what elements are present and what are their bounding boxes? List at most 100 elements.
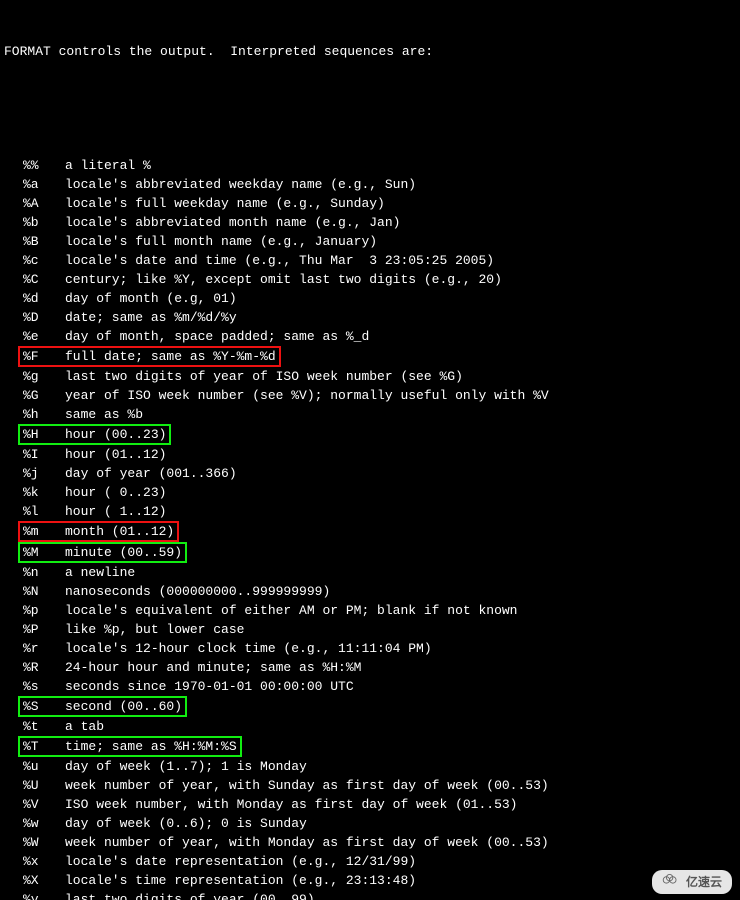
highlight-box: %mmonth (01..12)	[18, 521, 179, 542]
format-description: minute (00..59)	[65, 545, 182, 560]
format-description: hour (00..23)	[65, 427, 166, 442]
format-entry: %Ccentury; like %Y, except omit last two…	[4, 270, 740, 289]
format-description: locale's date representation (e.g., 12/3…	[65, 854, 416, 869]
highlight-box: %Ssecond (00..60)	[18, 696, 187, 717]
format-entry: %ylast two digits of year (00..99)	[4, 890, 740, 900]
format-description: a tab	[65, 719, 104, 734]
format-description: seconds since 1970-01-01 00:00:00 UTC	[65, 679, 354, 694]
format-code: %T	[23, 738, 65, 755]
format-description: day of month, space padded; same as %_d	[65, 329, 369, 344]
format-entry: %plocale's equivalent of either AM or PM…	[4, 601, 740, 620]
format-entry: %rlocale's 12-hour clock time (e.g., 11:…	[4, 639, 740, 658]
format-description: last two digits of year (00..99)	[65, 892, 315, 900]
format-description: week number of year, with Monday as firs…	[65, 835, 549, 850]
format-code: %x	[23, 852, 65, 871]
format-code: %y	[23, 890, 65, 900]
format-entry: %Plike %p, but lower case	[4, 620, 740, 639]
format-entry: %mmonth (01..12)	[4, 521, 740, 542]
format-code: %A	[23, 194, 65, 213]
format-entry: %wday of week (0..6); 0 is Sunday	[4, 814, 740, 833]
format-entry: %khour ( 0..23)	[4, 483, 740, 502]
format-code: %C	[23, 270, 65, 289]
highlight-box: %Mminute (00..59)	[18, 542, 187, 563]
format-description: second (00..60)	[65, 699, 182, 714]
format-description: last two digits of year of ISO week numb…	[65, 369, 463, 384]
format-code: %l	[23, 502, 65, 521]
format-description: hour ( 0..23)	[65, 485, 166, 500]
format-description: full date; same as %Y-%m-%d	[65, 349, 276, 364]
format-description: locale's date and time (e.g., Thu Mar 3 …	[65, 253, 494, 268]
format-sequence-list: %%a literal %%alocale's abbreviated week…	[4, 156, 740, 900]
format-entry: %VISO week number, with Monday as first …	[4, 795, 740, 814]
format-description: locale's abbreviated weekday name (e.g.,…	[65, 177, 416, 192]
format-entry: %Hhour (00..23)	[4, 424, 740, 445]
watermark-badge: 亿速云	[652, 870, 732, 894]
format-code: %b	[23, 213, 65, 232]
format-code: %n	[23, 563, 65, 582]
format-entry: %ta tab	[4, 717, 740, 736]
format-code: %R	[23, 658, 65, 677]
format-entry: %R24-hour hour and minute; same as %H:%M	[4, 658, 740, 677]
format-code: %s	[23, 677, 65, 696]
format-entry: %%a literal %	[4, 156, 740, 175]
header-line: FORMAT controls the output. Interpreted …	[4, 42, 740, 61]
format-code: %V	[23, 795, 65, 814]
format-description: day of month (e.g, 01)	[65, 291, 237, 306]
format-description: locale's full month name (e.g., January)	[65, 234, 377, 249]
format-entry: %dday of month (e.g, 01)	[4, 289, 740, 308]
format-code: %t	[23, 717, 65, 736]
watermark-text: 亿速云	[686, 873, 722, 892]
format-code: %W	[23, 833, 65, 852]
format-entry: %Gyear of ISO week number (see %V); norm…	[4, 386, 740, 405]
format-entry: %blocale's abbreviated month name (e.g.,…	[4, 213, 740, 232]
format-entry: %hsame as %b	[4, 405, 740, 424]
format-description: locale's time representation (e.g., 23:1…	[65, 873, 416, 888]
format-description: like %p, but lower case	[65, 622, 244, 637]
format-code: %p	[23, 601, 65, 620]
format-description: time; same as %H:%M:%S	[65, 739, 237, 754]
format-code: %a	[23, 175, 65, 194]
format-description: 24-hour hour and minute; same as %H:%M	[65, 660, 361, 675]
format-description: month (01..12)	[65, 524, 174, 539]
terminal-output: FORMAT controls the output. Interpreted …	[0, 0, 740, 900]
format-code: %S	[23, 698, 65, 715]
format-description: nanoseconds (000000000..999999999)	[65, 584, 330, 599]
format-description: locale's abbreviated month name (e.g., J…	[65, 215, 400, 230]
format-entry: %Uweek number of year, with Sunday as fi…	[4, 776, 740, 795]
format-code: %G	[23, 386, 65, 405]
format-description: hour ( 1..12)	[65, 504, 166, 519]
format-code: %u	[23, 757, 65, 776]
format-code: %M	[23, 544, 65, 561]
format-code: %X	[23, 871, 65, 890]
format-code: %H	[23, 426, 65, 443]
format-description: a literal %	[65, 158, 151, 173]
format-code: %j	[23, 464, 65, 483]
format-code: %w	[23, 814, 65, 833]
format-code: %c	[23, 251, 65, 270]
format-entry: %Ttime; same as %H:%M:%S	[4, 736, 740, 757]
format-code: %B	[23, 232, 65, 251]
format-code: %h	[23, 405, 65, 424]
format-entry: %clocale's date and time (e.g., Thu Mar …	[4, 251, 740, 270]
format-description: century; like %Y, except omit last two d…	[65, 272, 502, 287]
format-description: week number of year, with Sunday as firs…	[65, 778, 549, 793]
format-description: hour (01..12)	[65, 447, 166, 462]
format-entry: %Mminute (00..59)	[4, 542, 740, 563]
format-description: a newline	[65, 565, 135, 580]
format-entry: %na newline	[4, 563, 740, 582]
format-entry: %Blocale's full month name (e.g., Januar…	[4, 232, 740, 251]
format-entry: %lhour ( 1..12)	[4, 502, 740, 521]
format-entry: %Ffull date; same as %Y-%m-%d	[4, 346, 740, 367]
format-description: locale's equivalent of either AM or PM; …	[65, 603, 517, 618]
format-description: day of week (0..6); 0 is Sunday	[65, 816, 307, 831]
format-entry: %Xlocale's time representation (e.g., 23…	[4, 871, 740, 890]
format-description: same as %b	[65, 407, 143, 422]
format-code: %I	[23, 445, 65, 464]
format-entry: %xlocale's date representation (e.g., 12…	[4, 852, 740, 871]
format-description: day of week (1..7); 1 is Monday	[65, 759, 307, 774]
format-code: %%	[23, 156, 65, 175]
format-description: day of year (001..366)	[65, 466, 237, 481]
format-description: locale's full weekday name (e.g., Sunday…	[65, 196, 385, 211]
format-description: ISO week number, with Monday as first da…	[65, 797, 517, 812]
format-entry: %Ddate; same as %m/%d/%y	[4, 308, 740, 327]
